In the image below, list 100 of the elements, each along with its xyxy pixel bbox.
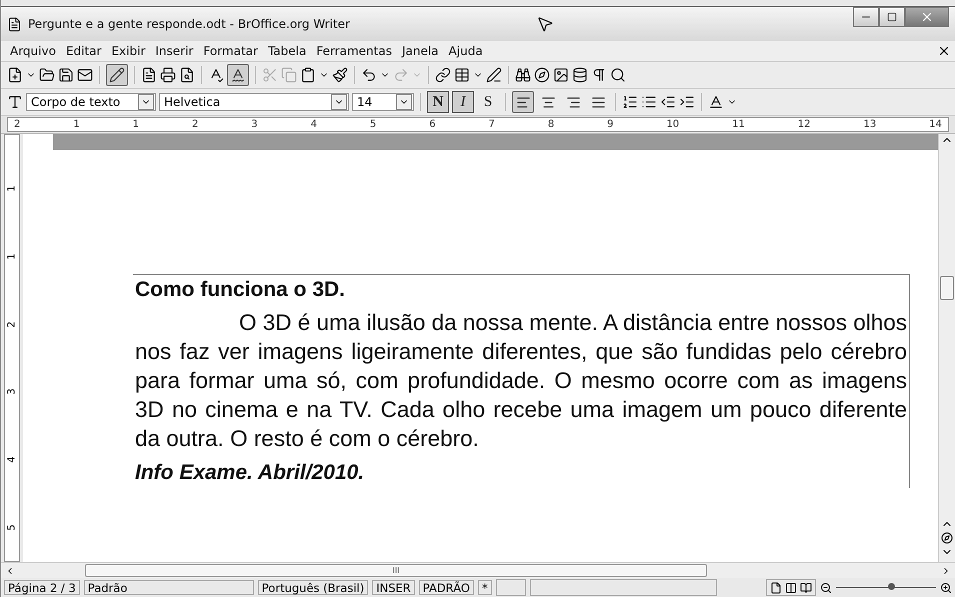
font-color-icon[interactable]: [708, 94, 724, 110]
mail-icon[interactable]: [77, 67, 93, 83]
shadow-button[interactable]: S: [477, 91, 499, 113]
document-paragraph: O 3D é uma ilusão da nossa mente. A distância entre nossos olhos nos faz ver imagens ligeiramente diferentes, que são fundidas pelo cérebro para formar uma só, com profundidade. O mesmo ocorre com as imagens 3D no cinema e na TV. Cada olho recebe uma imagem um pouco diferente da outra. O resto é com o cérebro.: [135, 309, 907, 453]
dropdown-button[interactable]: [331, 94, 347, 110]
pencil-icon: [109, 67, 125, 83]
paintbrush-icon[interactable]: [332, 67, 348, 83]
ruler-number: 3: [6, 388, 18, 395]
ruler-number: 1: [73, 119, 80, 130]
autospellcheck-button[interactable]: [227, 64, 249, 86]
ruler-number: 8: [548, 119, 554, 130]
mouse-pointer-icon: [536, 15, 554, 33]
page-indicator: Página 2 / 3: [4, 580, 80, 595]
gallery-icon[interactable]: [553, 67, 569, 83]
ruler-number: 13: [863, 119, 876, 130]
minimize-button[interactable]: [853, 7, 879, 27]
align-justify-icon: [590, 94, 606, 110]
navigation-icon[interactable]: [941, 532, 953, 544]
ruler-number: 5: [6, 524, 18, 530]
menu-item[interactable]: Ferramentas: [311, 44, 397, 58]
print-icon[interactable]: [160, 67, 176, 83]
database-icon[interactable]: [572, 67, 588, 83]
menu-item[interactable]: Exibir: [106, 44, 150, 58]
ruler-number: 1: [6, 253, 18, 260]
zoom-icon[interactable]: [610, 67, 626, 83]
align-left-icon: [516, 94, 530, 110]
compass-icon[interactable]: [534, 67, 550, 83]
ruler-number: 3: [251, 119, 258, 130]
document-heading: Como funciona o 3D.: [135, 278, 346, 302]
undo-icon[interactable]: [361, 67, 377, 83]
ruler-number: 10: [666, 119, 680, 130]
single-page-icon[interactable]: [770, 582, 782, 594]
menu-item[interactable]: Ajuda: [444, 44, 488, 58]
close-icon: [920, 10, 934, 24]
menu-item[interactable]: Editar: [60, 44, 106, 58]
zoom-slider-thumb[interactable]: [888, 583, 895, 590]
modified-indicator: *: [478, 580, 492, 595]
italic-button[interactable]: I: [452, 91, 474, 113]
source-line: Info Exame. Abril/2010.: [135, 461, 366, 485]
ruler-number: 4: [310, 119, 317, 130]
menu-item[interactable]: Tabela: [262, 44, 312, 58]
edit-mode-button[interactable]: [106, 64, 128, 86]
pen-icon[interactable]: [486, 67, 502, 83]
ruler-number: 11: [732, 119, 745, 130]
spellcheck-icon: [230, 67, 246, 83]
dropdown-button[interactable]: [396, 94, 412, 110]
align-right-icon: [566, 94, 580, 110]
window-title: Pergunte e a gente responde.odt - BrOffice.org Writer: [28, 17, 350, 31]
font-size-field[interactable]: 14: [352, 93, 414, 111]
binoculars-icon[interactable]: [515, 67, 531, 83]
close-document-icon[interactable]: [937, 44, 951, 58]
two-page-icon[interactable]: [785, 582, 797, 594]
zoom-out-icon[interactable]: [820, 582, 832, 594]
menu-item[interactable]: Janela: [396, 44, 444, 58]
menu-item[interactable]: Inserir: [150, 44, 198, 58]
zoom-in-icon[interactable]: [940, 582, 952, 594]
document-icon: [7, 16, 22, 32]
hyperlink-icon[interactable]: [435, 67, 451, 83]
font-name-field[interactable]: Helvetica: [159, 93, 349, 111]
menu-item[interactable]: Formatar: [198, 44, 263, 58]
maximize-button[interactable]: [879, 7, 905, 27]
ruler-number: 2: [14, 119, 20, 130]
align-center-icon: [540, 94, 556, 110]
ruler-number: 2: [192, 119, 198, 130]
ruler-number: 12: [798, 119, 811, 130]
paragraph-style-field[interactable]: Corpo de texto: [26, 93, 156, 111]
save-icon[interactable]: [58, 67, 74, 83]
vertical-scrollbar[interactable]: [938, 134, 955, 562]
table-icon[interactable]: [454, 67, 470, 83]
selection-mode: PADRÃO: [418, 580, 474, 595]
scroll-thumb[interactable]: [940, 276, 954, 300]
ruler-number: 9: [607, 119, 614, 130]
ruler-number: 14: [929, 119, 942, 130]
paste-icon[interactable]: [300, 67, 316, 83]
decrease-indent-icon[interactable]: [660, 94, 676, 110]
ruler-number: 2: [6, 320, 18, 328]
ruler-number: 5: [370, 119, 376, 130]
numbered-list-icon[interactable]: [622, 94, 638, 110]
styles-icon[interactable]: [7, 94, 23, 110]
book-view-icon[interactable]: [800, 582, 812, 594]
ruler-number: 7: [488, 119, 495, 130]
bold-button[interactable]: N: [427, 91, 449, 113]
ruler-number: 1: [6, 186, 18, 192]
scroll-thumb[interactable]: III: [85, 564, 707, 577]
open-folder-icon[interactable]: [39, 67, 55, 83]
pilcrow-icon[interactable]: [591, 67, 607, 83]
ruler-number: 6: [429, 119, 436, 130]
ruler-number: 1: [132, 119, 139, 130]
increase-indent-icon[interactable]: [679, 94, 695, 110]
new-document-icon[interactable]: [7, 67, 23, 83]
align-left-button[interactable]: [512, 91, 534, 113]
page-style: Padrão: [84, 580, 254, 595]
status-field: [496, 579, 526, 596]
menu-item[interactable]: Arquivo: [5, 44, 61, 58]
page-preview-icon[interactable]: [179, 67, 195, 83]
maximize-icon: [887, 12, 897, 22]
dropdown-button[interactable]: [138, 94, 154, 110]
insert-mode: INSER: [372, 580, 415, 595]
close-button[interactable]: [905, 7, 949, 27]
language-indicator: Português (Brasil): [258, 580, 368, 595]
